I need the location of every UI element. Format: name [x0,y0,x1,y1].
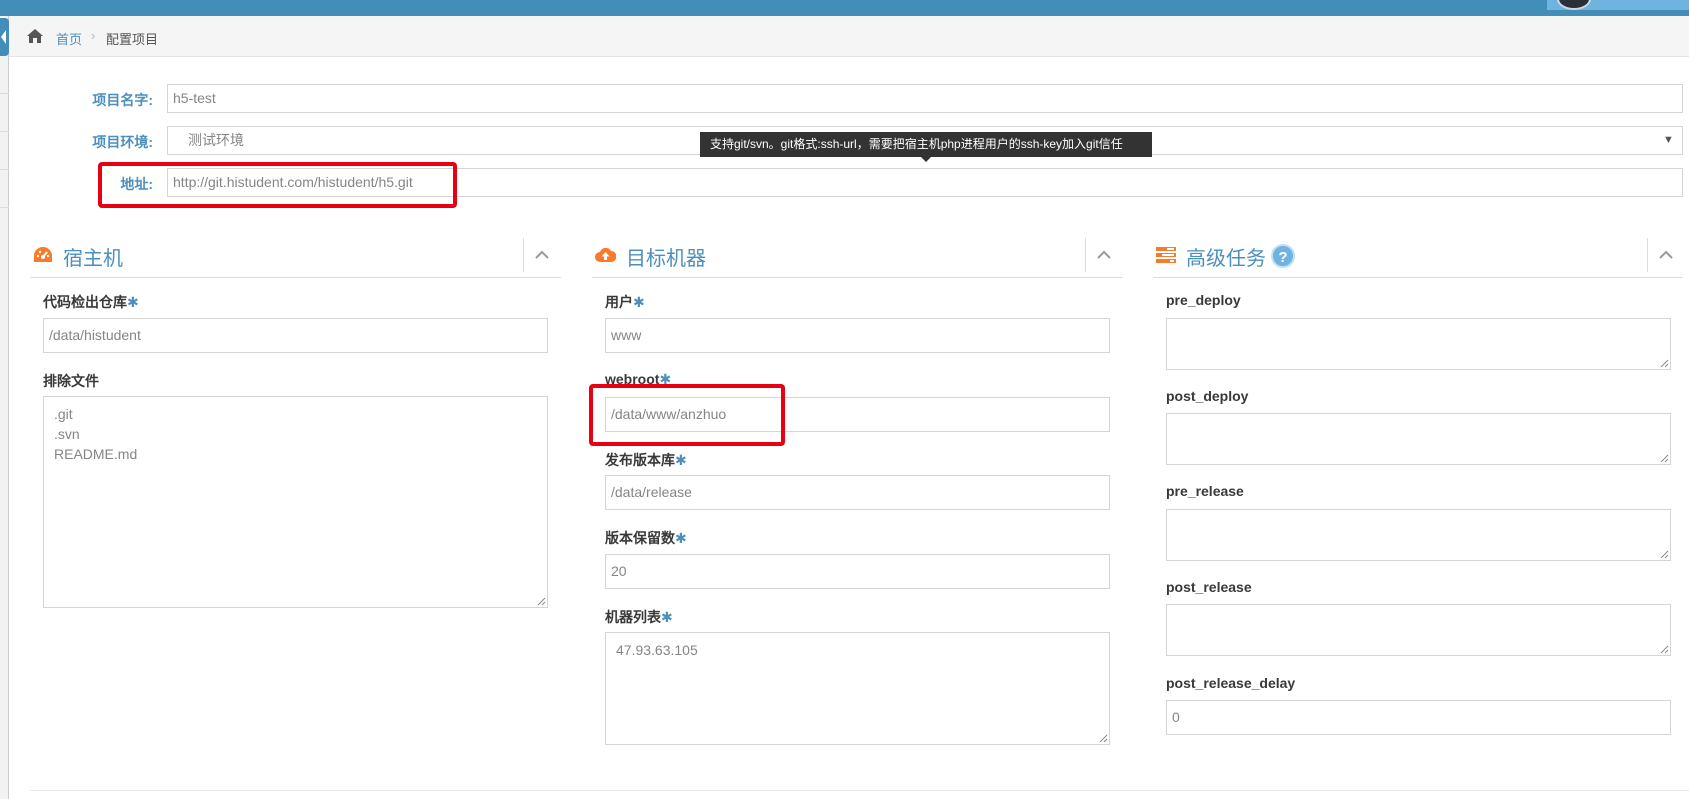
breadcrumb-current: 配置项目 [106,32,159,47]
divider [1085,238,1086,272]
chevron-up-icon[interactable] [1657,246,1675,264]
resize-handle-icon[interactable] [1659,644,1669,654]
pre-deploy-textarea[interactable] [1166,318,1671,370]
sidebar [0,16,9,799]
tasks-panel-title: 高级任务 [1186,248,1266,270]
user-label: 用户✱ [605,292,645,312]
post-deploy-label: post_deploy [1166,388,1249,404]
required-marker: ✱ [675,452,687,468]
tooltip-arrow [921,157,931,162]
divider [30,277,561,278]
hosts-textarea[interactable]: 47.93.63.105 [605,632,1110,745]
sidebar-divider [0,131,9,132]
top-navbar [0,0,1689,16]
divider [1647,238,1648,272]
help-icon[interactable]: ? [1271,244,1295,268]
environment-label: 项目环境: [92,134,153,150]
address-tooltip: 支持git/svn。git格式:ssh-url，需要把宿主机php进程用户的ss… [700,132,1152,157]
home-icon[interactable] [26,28,44,44]
cloud-upload-icon [595,247,616,262]
breadcrumb [9,16,1689,57]
resize-handle-icon[interactable] [1659,453,1669,463]
chevron-up-icon[interactable] [1095,246,1113,264]
keep-versions-input[interactable]: 20 [605,554,1110,589]
sidebar-collapse-button[interactable] [0,18,9,56]
breadcrumb-home-link[interactable]: 首页 [56,29,82,48]
resize-handle-icon[interactable] [1659,549,1669,559]
chevron-up-icon[interactable] [533,246,551,264]
resize-handle-icon[interactable] [1098,733,1108,743]
user-input[interactable]: www [605,318,1110,353]
sidebar-divider [0,93,9,94]
host-panel-title: 宿主机 [63,248,123,270]
keep-versions-label: 版本保留数✱ [605,528,687,548]
resize-handle-icon[interactable] [1659,358,1669,368]
divider [523,238,524,272]
divider [1153,277,1683,278]
breadcrumb-separator: › [91,28,96,43]
excludes-textarea[interactable]: .git .svn README.md [43,396,548,608]
repo-label: 代码检出仓库✱ [43,292,139,312]
post-deploy-textarea[interactable] [1166,413,1671,465]
repo-input[interactable]: /data/histudent [43,318,548,353]
pre-release-textarea[interactable] [1166,509,1671,561]
project-name-label: 项目名字: [92,92,153,108]
target-panel-title: 目标机器 [626,248,706,270]
hosts-label: 机器列表✱ [605,607,673,627]
required-marker: ✱ [675,530,687,546]
post-release-delay-input[interactable]: 0 [1166,700,1671,735]
tasks-icon [1156,247,1176,263]
sidebar-divider [0,207,9,208]
environment-selected: 测试环境 [188,132,244,148]
hosts-label-text: 机器列表 [605,609,661,625]
post-release-delay-label: post_release_delay [1166,675,1296,691]
project-name-input[interactable]: h5-test [167,84,1683,113]
highlight-box-address [98,162,457,208]
repo-label-text: 代码检出仓库 [43,294,127,310]
release-lib-label-text: 发布版本库 [605,452,675,468]
excludes-label: 排除文件 [43,373,99,389]
post-release-textarea[interactable] [1166,604,1671,656]
resize-handle-icon[interactable] [536,596,546,606]
release-lib-input[interactable]: /data/release [605,475,1110,510]
chevron-down-icon[interactable]: ▼ [1663,134,1674,146]
required-marker: ✱ [661,609,673,625]
pre-release-label: pre_release [1166,483,1244,499]
keep-versions-label-text: 版本保留数 [605,530,675,546]
release-lib-label: 发布版本库✱ [605,450,687,470]
divider [592,277,1123,278]
pre-deploy-label: pre_deploy [1166,292,1241,308]
required-marker: ✱ [633,294,645,310]
post-release-label: post_release [1166,579,1252,595]
sidebar-divider [0,169,9,170]
highlight-box-webroot [589,384,785,446]
user-label-text: 用户 [605,294,633,310]
required-marker: ✱ [127,294,139,310]
dashboard-icon [34,247,52,262]
divider [30,790,1689,791]
